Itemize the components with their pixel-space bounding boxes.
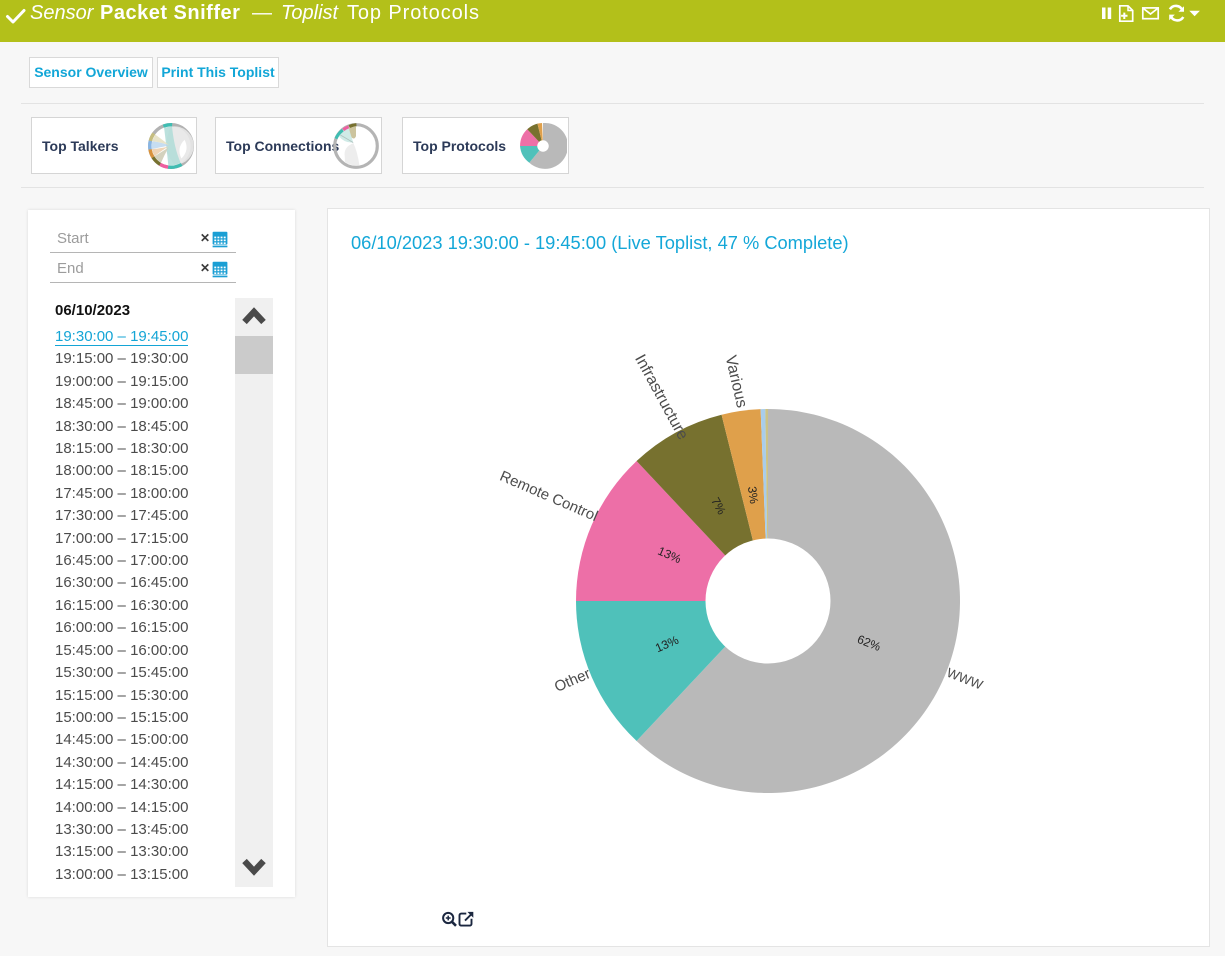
svg-text:Remote Control: Remote Control <box>497 468 600 525</box>
svg-text:Infrastructure: Infrastructure <box>631 352 691 443</box>
svg-text:WWW: WWW <box>945 665 986 693</box>
svg-text:3%: 3% <box>745 485 761 504</box>
svg-text:Various: Various <box>722 354 751 410</box>
svg-text:Other: Other <box>552 665 593 696</box>
